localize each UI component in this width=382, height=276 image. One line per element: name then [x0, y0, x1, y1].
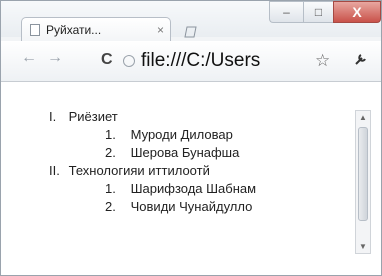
list-marker: 2. — [105, 145, 116, 160]
tab-title: Руйхати... — [46, 22, 102, 37]
list-item: 1. Муроди Диловар — [49, 126, 339, 144]
browser-tab[interactable]: Руйхати... × — [21, 17, 171, 41]
settings-wrench-icon — [355, 54, 366, 65]
list-item: II. Технологияи иттилоотй 1. Шарифзода Ш… — [49, 162, 339, 216]
browser-window: – □ X Руйхати... × ← → C file:///C:/User… — [0, 0, 382, 276]
list-item: 2. Шерова Бунафша — [49, 144, 339, 162]
list-item: 2. Човиди Чунайдулло — [49, 198, 339, 216]
list-item-label: Риёзиет — [68, 109, 118, 124]
document-body: I. Риёзиет 1. Муроди Диловар 2. Шерова Б… — [49, 108, 339, 216]
list-item-label: Технологияи иттилоотй — [68, 163, 210, 178]
window-controls: – □ X — [269, 1, 381, 27]
list-item: 1. Шарифзода Шабнам — [49, 180, 339, 198]
list-marker: 1. — [105, 181, 116, 196]
list-marker: 2. — [105, 199, 116, 214]
page-icon — [30, 23, 40, 36]
list-item-label: Шерова Бунафша — [130, 145, 240, 160]
page-content: I. Риёзиет 1. Муроди Диловар 2. Шерова Б… — [1, 82, 381, 275]
list-marker: II. — [49, 163, 60, 178]
title-bar: – □ X Руйхати... × — [1, 1, 381, 41]
outer-list: I. Риёзиет 1. Муроди Диловар 2. Шерова Б… — [49, 108, 339, 216]
list-marker: 1. — [105, 127, 116, 142]
bookmark-star-icon[interactable]: ☆ — [315, 51, 330, 71]
sub-list: 1. Муроди Диловар 2. Шерова Бунафша — [49, 126, 339, 162]
scroll-thumb[interactable] — [358, 127, 368, 221]
list-item-label: Муроди Диловар — [130, 127, 233, 142]
close-button[interactable]: X — [333, 1, 381, 23]
address-bar[interactable]: file:///C:/Users ☆ — [123, 47, 343, 75]
tab-close-icon[interactable]: × — [157, 23, 164, 37]
sub-list: 1. Шарифзода Шабнам 2. Човиди Чунайдулло — [49, 180, 339, 216]
maximize-button[interactable]: □ — [303, 1, 333, 23]
list-item-label: Човиди Чунайдулло — [130, 199, 253, 214]
back-button[interactable]: ← — [21, 49, 37, 67]
list-marker: I. — [49, 109, 57, 124]
new-tab-button[interactable] — [177, 23, 203, 41]
reload-button[interactable]: C — [101, 51, 113, 69]
scroll-down-icon[interactable]: ▼ — [359, 242, 367, 251]
vertical-scrollbar[interactable]: ▲ ▼ — [355, 110, 371, 254]
list-item: I. Риёзиет 1. Муроди Диловар 2. Шерова Б… — [49, 108, 339, 162]
list-item-label: Шарифзода Шабнам — [130, 181, 257, 196]
wrench-icon[interactable] — [353, 51, 369, 71]
minimize-button[interactable]: – — [269, 1, 303, 23]
forward-button[interactable]: → — [47, 49, 63, 67]
new-tab-icon — [184, 26, 197, 38]
page-info-icon[interactable] — [123, 55, 135, 67]
scroll-up-icon[interactable]: ▲ — [359, 113, 367, 122]
url-text[interactable]: file:///C:/Users — [141, 50, 311, 72]
toolbar: ← → C file:///C:/Users ☆ — [1, 41, 381, 82]
